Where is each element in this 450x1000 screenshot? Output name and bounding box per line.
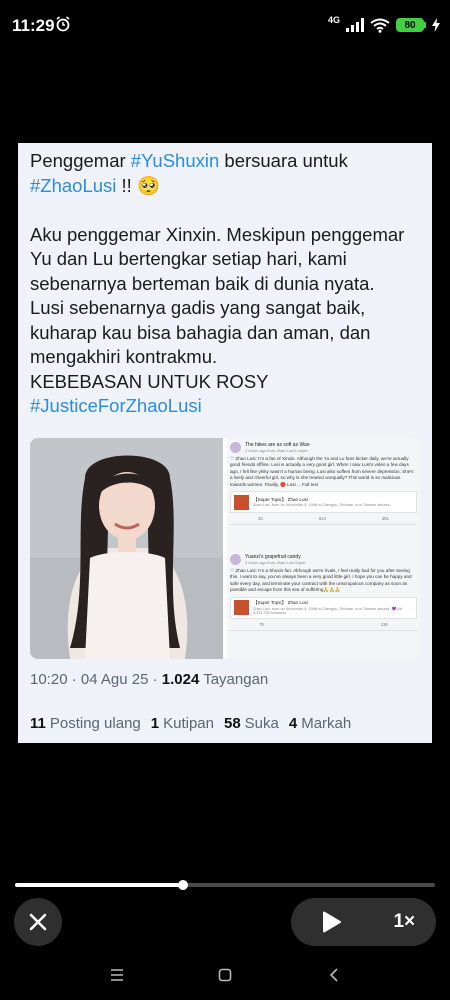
stat-count: 4	[288, 715, 298, 732]
tweet-line: sebenarnya berteman baik di dunia nyata.	[30, 272, 425, 297]
network-type: 4G	[327, 15, 340, 25]
tweet-line: Aku penggemar Xinxin. Meskipun penggemar	[30, 223, 425, 248]
stat-count: 58	[223, 715, 241, 732]
play-button[interactable]	[312, 902, 352, 942]
stat-label: Markah	[301, 715, 352, 732]
tweet-line: KEBEBASAN UNTUK ROSY	[30, 370, 425, 395]
status-time: 11:29	[12, 16, 55, 35]
topic-thumbnail	[234, 494, 249, 510]
signal-icon	[346, 18, 364, 32]
topic-thumbnail	[234, 600, 249, 616]
tweet-stat[interactable]: 11 Posting ulang	[30, 715, 141, 732]
home-icon	[218, 968, 232, 982]
hashtag-link[interactable]: #YuShuxin	[131, 150, 219, 171]
play-icon	[322, 911, 341, 933]
tweet-stat[interactable]: 58 Suka	[224, 715, 279, 732]
stat-count: 1	[150, 715, 160, 732]
portrait-photo	[30, 438, 223, 659]
charging-icon	[432, 18, 440, 32]
tweet-text-span: kuharap kau bisa bahagia dan aman, dan	[30, 321, 371, 343]
tweet-stat[interactable]: 1 Kutipan	[151, 715, 214, 732]
video-progress-bar[interactable]	[15, 880, 435, 890]
post-action-count: 381	[381, 516, 389, 522]
post-action-count: 79	[259, 621, 264, 627]
tweet-line: #JusticeForZhaoLusi	[30, 394, 425, 419]
progress-thumb[interactable]	[178, 880, 188, 890]
tweet-text-span: Penggemar	[30, 150, 131, 171]
post-action-count: 25	[258, 516, 263, 522]
menu-icon	[111, 969, 123, 981]
super-topic-card: 【Super Topic】 Zhao Lusi Zhao Lusi, born o…	[230, 596, 417, 619]
tweet-meta: 10:20 · 04 Agu 25 · 1.024 Tayangan	[30, 671, 268, 688]
tweet-stats: 11 Posting ulang 1 Kutipan 58 Suka 4 Markah	[30, 715, 351, 732]
avatar	[230, 442, 241, 453]
close-icon	[29, 913, 47, 931]
system-nav-bar	[0, 955, 450, 995]
alarm-icon	[56, 16, 70, 32]
stat-label: Suka	[244, 715, 279, 732]
divider	[230, 629, 417, 631]
tweet-text-span: Yu dan Lu bertengkar setiap hari, kami	[30, 248, 347, 269]
wifi-icon	[370, 18, 390, 33]
playback-controls: 1×	[291, 898, 436, 946]
home-button[interactable]	[213, 963, 237, 987]
tweet-line: mengakhiri kontrakmu.	[30, 345, 425, 370]
status-bar: 11:29 4G 80	[0, 0, 450, 52]
tweet-line: kuharap kau bisa bahagia dan aman, dan	[30, 321, 425, 346]
topic-desc: Zhao Lusi, born on November 9, 1998 in C…	[253, 607, 402, 616]
divider	[230, 524, 417, 526]
back-button[interactable]	[322, 963, 346, 987]
tweet-line: #ZhaoLusi !! 🥺	[30, 174, 425, 199]
post-actions: 25 914 381	[230, 516, 417, 521]
tweet-stat[interactable]: 4 Markah	[289, 715, 351, 732]
tweet-text-span: Aku penggemar Xinxin. Meskipun penggemar	[30, 223, 405, 245]
post-action-count: 136	[380, 621, 388, 627]
super-topic-card: 【Super Topic】 Zhao Lusi Zhao Lusi, born o…	[230, 491, 417, 514]
post-body: ♡ Zhao Lusi: I'm a fan of Xinxin. Althou…	[230, 456, 414, 487]
embedded-post: The hikes are as soft as Wan 2 hours ago …	[230, 442, 417, 526]
tweet-text-span: KEBEBASAN UNTUK ROSY	[30, 370, 269, 392]
post-actions: 79 136	[230, 622, 417, 627]
post-time: 3 hours ago from Zhao Lusi Super	[245, 560, 306, 565]
playback-speed-button[interactable]: 1×	[393, 911, 415, 933]
embedded-post: Yuanzi's grapefruit candy 3 hours ago fro…	[230, 554, 417, 631]
battery-indicator: 80	[396, 18, 426, 32]
tweet-text-span: mengakhiri kontrakmu.	[30, 346, 218, 367]
back-icon	[329, 968, 338, 982]
post-body: ♡ Zhao Lusi: I'm a Shuxin fan. Although …	[230, 568, 412, 593]
tweet-text-span: !! 🥺	[116, 174, 161, 196]
topic-desc: Zhao Lusi, born on November 9, 1998 in C…	[253, 503, 391, 508]
tweet-text-span: Lusi sebenarnya gadis yang sangat baik,	[30, 297, 366, 318]
views-label: Tayangan	[199, 671, 269, 688]
close-button[interactable]	[14, 898, 62, 946]
tweet-text: Penggemar #YuShuxin bersuara untuk #ZhaoL…	[30, 149, 425, 419]
stat-label: Kutipan	[163, 715, 214, 732]
views-count: 1.024	[161, 671, 200, 688]
avatar	[230, 554, 241, 565]
tweet-line: Yu dan Lu bertengkar setiap hari, kami	[30, 247, 425, 272]
tweet-line: Lusi sebenarnya gadis yang sangat baik,	[30, 296, 425, 321]
progress-fill	[15, 883, 183, 887]
hashtag-link[interactable]: #ZhaoLusi	[30, 175, 116, 196]
hashtag-link[interactable]: #JusticeForZhaoLusi	[30, 395, 202, 416]
embedded-weibo-screenshot: The hikes are as soft as Wan 2 hours ago …	[227, 438, 420, 659]
battery-level: 80	[396, 18, 424, 32]
stat-count: 11	[30, 715, 46, 732]
tweet-text-span: sebenarnya berteman baik di dunia nyata.	[30, 272, 375, 294]
post-action-count: 914	[318, 516, 326, 522]
tweet-timestamp: 10:20 · 04 Agu 25 ·	[30, 671, 162, 688]
post-time: 2 hours ago from Zhao Lusi's super	[245, 448, 308, 453]
recent-apps-button[interactable]	[105, 963, 129, 987]
tweet-text-span: bersuara untuk	[219, 150, 348, 171]
tweet-screenshot: Penggemar #YuShuxin bersuara untuk #ZhaoL…	[18, 143, 432, 743]
tweet-media: The hikes are as soft as Wan 2 hours ago …	[30, 438, 420, 659]
stat-label: Posting ulang	[49, 715, 141, 732]
tweet-line: Penggemar #YuShuxin bersuara untuk	[30, 149, 425, 174]
